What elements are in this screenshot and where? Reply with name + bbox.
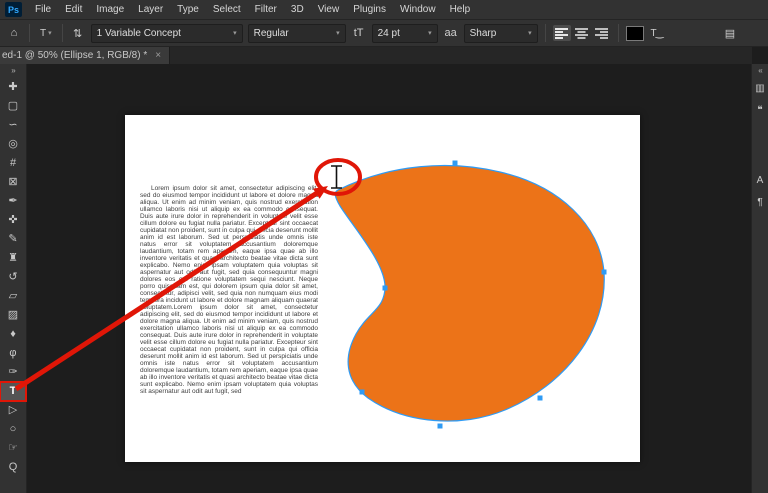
menu-item-select[interactable]: Select (206, 0, 248, 19)
chevron-down-icon: ▾ (523, 29, 532, 37)
marquee-tool[interactable]: ▢ (0, 97, 26, 116)
photoshop-logo: Ps (5, 2, 22, 17)
menu-item-image[interactable]: Image (89, 0, 131, 19)
tab-bar: ed-1 @ 50% (Ellipse 1, RGB/8) * × (0, 47, 752, 64)
lasso-tool[interactable]: ∽ (0, 116, 26, 135)
chevron-down-icon: ▾ (331, 29, 340, 37)
font-style-value: Regular (254, 28, 289, 39)
align-right-button[interactable] (593, 25, 611, 41)
home-icon[interactable]: ⌂ (6, 27, 22, 39)
menu-bar: Ps FileEditImageLayerTypeSelectFilter3DV… (0, 0, 768, 20)
document-tab-title: ed-1 @ 50% (Ellipse 1, RGB/8) * (2, 50, 147, 61)
divider (29, 24, 30, 42)
canvas-area[interactable]: Lorem ipsum dolor sit amet, consectetur … (27, 64, 752, 493)
eraser-tool[interactable]: ▱ (0, 287, 26, 306)
ellipse-tool[interactable]: ○ (0, 420, 26, 439)
tools-panel: » ✚▢∽◎#⊠✒✜✎♜↺▱▨♦φ✑T▷○☞Q (0, 64, 27, 493)
dodge-tool[interactable]: φ (0, 344, 26, 363)
warp-text-icon[interactable]: T‿ (649, 28, 665, 39)
panel-dock: « ▥ ❝ A ¶ (751, 64, 768, 493)
hand-tool[interactable]: ☞ (0, 439, 26, 458)
history-brush-tool[interactable]: ↺ (0, 268, 26, 287)
menu-item-type[interactable]: Type (170, 0, 206, 19)
healing-brush-tool[interactable]: ✜ (0, 211, 26, 230)
font-size-select[interactable]: 24 pt ▾ (372, 24, 438, 43)
toggle-text-orientation-icon[interactable]: ⇅ (70, 27, 86, 40)
paragraph-panel-icon[interactable]: ¶ (752, 192, 768, 214)
comments-panel-icon[interactable]: ❝ (752, 100, 768, 122)
type-tool-icon: T (40, 28, 46, 39)
gradient-tool[interactable]: ▨ (0, 306, 26, 325)
text-color-swatch[interactable] (626, 26, 644, 41)
menu-item-3d[interactable]: 3D (284, 0, 311, 19)
menu-item-file[interactable]: File (28, 0, 58, 19)
font-size-value: 24 pt (378, 28, 400, 39)
divider (62, 24, 63, 42)
chevron-down-icon: ▾ (228, 29, 237, 37)
move-tool[interactable]: ✚ (0, 78, 26, 97)
path-selection-tool[interactable]: ▷ (0, 401, 26, 420)
blur-tool[interactable]: ♦ (0, 325, 26, 344)
crop-tool[interactable]: # (0, 154, 26, 173)
align-left-icon (555, 28, 568, 39)
properties-panel-icon[interactable]: ▥ (752, 78, 768, 100)
font-size-icon: tT (351, 27, 367, 39)
expand-toolbar-icon[interactable]: » (0, 64, 26, 78)
tool-preset-picker[interactable]: T ▾ (37, 28, 55, 39)
options-bar: ⌂ T ▾ ⇅ 1 Variable Concept ▾ Regular ▾ t… (0, 20, 768, 47)
document-tab[interactable]: ed-1 @ 50% (Ellipse 1, RGB/8) * × (0, 47, 170, 64)
menu-items: FileEditImageLayerTypeSelectFilter3DView… (28, 0, 477, 19)
chevron-down-icon: ▾ (423, 29, 432, 37)
font-family-select[interactable]: 1 Variable Concept ▾ (91, 24, 243, 43)
toggle-panels-icon[interactable]: ▤ (722, 27, 738, 40)
divider (618, 24, 619, 42)
document-page[interactable]: Lorem ipsum dolor sit amet, consectetur … (125, 115, 640, 462)
document-text[interactable]: Lorem ipsum dolor sit amet, consectetur … (140, 185, 318, 395)
zoom-tool[interactable]: Q (0, 458, 26, 477)
align-center-button[interactable] (573, 25, 591, 41)
brush-tool[interactable]: ✎ (0, 230, 26, 249)
collapse-panels-icon[interactable]: « (758, 64, 761, 78)
frame-tool[interactable]: ⊠ (0, 173, 26, 192)
toolbar-tools: ✚▢∽◎#⊠✒✜✎♜↺▱▨♦φ✑T▷○☞Q (0, 78, 26, 477)
menu-item-window[interactable]: Window (393, 0, 443, 19)
align-left-button[interactable] (553, 25, 571, 41)
pen-tool[interactable]: ✑ (0, 363, 26, 382)
object-selection-tool[interactable]: ◎ (0, 135, 26, 154)
font-style-select[interactable]: Regular ▾ (248, 24, 346, 43)
menu-item-plugins[interactable]: Plugins (346, 0, 393, 19)
menu-item-filter[interactable]: Filter (248, 0, 284, 19)
character-panel-icon[interactable]: A (752, 170, 768, 192)
type-tool[interactable]: T (0, 382, 26, 401)
font-family-value: 1 Variable Concept (97, 28, 181, 39)
menu-item-view[interactable]: View (311, 0, 347, 19)
menu-item-edit[interactable]: Edit (58, 0, 89, 19)
anti-alias-icon: aa (443, 27, 459, 39)
anti-alias-value: Sharp (470, 28, 497, 39)
close-tab-icon[interactable]: × (155, 50, 161, 61)
chevron-down-icon: ▾ (48, 29, 52, 37)
clone-stamp-tool[interactable]: ♜ (0, 249, 26, 268)
divider (545, 24, 546, 42)
menu-item-help[interactable]: Help (443, 0, 478, 19)
text-align-group (553, 25, 611, 41)
anti-alias-select[interactable]: Sharp ▾ (464, 24, 538, 43)
photoshop-window: Ps FileEditImageLayerTypeSelectFilter3DV… (0, 0, 768, 493)
align-center-icon (575, 28, 588, 39)
eyedropper-tool[interactable]: ✒ (0, 192, 26, 211)
menu-item-layer[interactable]: Layer (131, 0, 170, 19)
align-right-icon (595, 28, 608, 39)
